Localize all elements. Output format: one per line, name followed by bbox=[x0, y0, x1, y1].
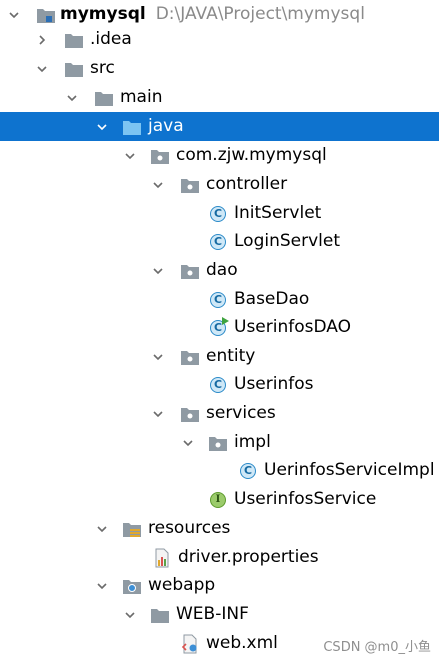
tree-row-services[interactable]: services bbox=[0, 399, 439, 428]
interface-label-service: UserinfosService bbox=[234, 489, 377, 509]
runnable-class-icon: C bbox=[208, 316, 229, 337]
tree-row-entity[interactable]: entity bbox=[0, 342, 439, 371]
package-icon bbox=[208, 434, 228, 452]
watermark: CSDN @m0_小鱼 bbox=[323, 640, 431, 655]
package-label-entity: entity bbox=[206, 346, 256, 366]
class-letter: C bbox=[240, 462, 256, 479]
tree-row-service[interactable]: I UserinfosService bbox=[0, 485, 439, 514]
chevron-down-icon[interactable] bbox=[6, 7, 22, 23]
class-letter: C bbox=[210, 291, 226, 308]
tree-row-resources[interactable]: resources bbox=[0, 514, 439, 543]
class-icon: C bbox=[208, 291, 228, 309]
project-path: D:\JAVA\Project\mymysql bbox=[155, 4, 365, 24]
folder-icon bbox=[64, 31, 84, 49]
tree-row-impl[interactable]: impl bbox=[0, 428, 439, 457]
tree-row-main[interactable]: main bbox=[0, 83, 439, 112]
chevron-down-icon[interactable] bbox=[122, 148, 138, 164]
chevron-down-icon[interactable] bbox=[180, 435, 196, 451]
package-icon bbox=[180, 348, 200, 366]
package-label-dao: dao bbox=[206, 260, 238, 280]
package-label-services: services bbox=[206, 403, 276, 423]
file-label-web-xml: web.xml bbox=[206, 633, 278, 653]
class-icon: C bbox=[208, 376, 228, 394]
package-label-impl: impl bbox=[234, 432, 271, 452]
package-icon bbox=[180, 405, 200, 423]
tree-row-web-inf[interactable]: WEB-INF bbox=[0, 600, 439, 629]
folder-label-main: main bbox=[120, 87, 163, 107]
folder-icon bbox=[94, 89, 114, 107]
tree-row-webapp[interactable]: webapp bbox=[0, 571, 439, 600]
class-letter: C bbox=[213, 321, 223, 334]
folder-icon bbox=[64, 60, 84, 78]
tree-row-base-dao[interactable]: C BaseDao bbox=[0, 285, 439, 314]
tree-row-package[interactable]: com.zjw.mymysql bbox=[0, 141, 439, 170]
chevron-down-icon[interactable] bbox=[94, 578, 110, 594]
tree-row-login-servlet[interactable]: C LoginServlet bbox=[0, 227, 439, 256]
folder-label-resources: resources bbox=[148, 518, 231, 538]
chevron-down-icon[interactable] bbox=[150, 177, 166, 193]
module-folder-icon bbox=[36, 6, 56, 24]
package-label-controller: controller bbox=[206, 174, 288, 194]
class-letter: C bbox=[210, 233, 226, 250]
tree-row-controller[interactable]: controller bbox=[0, 170, 439, 199]
chevron-down-icon[interactable] bbox=[150, 406, 166, 422]
chevron-right-icon[interactable] bbox=[34, 32, 50, 48]
class-label-base-dao: BaseDao bbox=[234, 289, 310, 309]
class-letter: C bbox=[210, 376, 226, 393]
tree-row-java[interactable]: java bbox=[0, 112, 439, 141]
chevron-down-icon[interactable] bbox=[150, 349, 166, 365]
chevron-down-icon[interactable] bbox=[34, 61, 50, 77]
folder-icon bbox=[150, 606, 170, 624]
chevron-down-icon[interactable] bbox=[122, 607, 138, 623]
package-icon bbox=[150, 147, 170, 165]
tree-row-userinfos[interactable]: C Userinfos bbox=[0, 370, 439, 399]
class-letter: C bbox=[210, 205, 226, 222]
class-label-service-impl: UerinfosServiceImpl bbox=[264, 460, 435, 480]
interface-letter: I bbox=[210, 491, 226, 508]
tree-row-driver-properties[interactable]: driver.properties bbox=[0, 543, 439, 572]
chevron-down-icon[interactable] bbox=[94, 119, 110, 135]
class-label-userinfos-dao: UserinfosDAO bbox=[234, 317, 351, 337]
package-icon bbox=[180, 176, 200, 194]
class-icon: C bbox=[208, 233, 228, 251]
tree-row-init-servlet[interactable]: C InitServlet bbox=[0, 199, 439, 228]
tree-row-service-impl[interactable]: C UerinfosServiceImpl bbox=[0, 456, 439, 485]
xml-file-icon bbox=[180, 634, 200, 653]
tree-row-idea[interactable]: .idea bbox=[0, 25, 439, 54]
web-folder-icon bbox=[122, 577, 142, 595]
folder-label-webapp: webapp bbox=[148, 575, 216, 595]
file-label-driver-properties: driver.properties bbox=[178, 547, 319, 567]
folder-label-web-inf: WEB-INF bbox=[176, 604, 249, 624]
class-label-init-servlet: InitServlet bbox=[234, 203, 322, 223]
folder-label-java: java bbox=[148, 116, 184, 136]
chevron-down-icon[interactable] bbox=[94, 521, 110, 537]
folder-label-src: src bbox=[90, 58, 115, 78]
run-badge-icon bbox=[222, 316, 229, 325]
package-icon bbox=[180, 262, 200, 280]
package-label: com.zjw.mymysql bbox=[176, 145, 327, 165]
tree-row-src[interactable]: src bbox=[0, 54, 439, 83]
source-folder-icon bbox=[122, 118, 142, 136]
folder-label-idea: .idea bbox=[90, 29, 132, 49]
interface-icon: I bbox=[208, 491, 228, 509]
resources-folder-icon bbox=[122, 520, 142, 538]
project-name-text: mymysql bbox=[60, 4, 146, 24]
tree-row-dao[interactable]: dao bbox=[0, 256, 439, 285]
class-icon: C bbox=[238, 462, 258, 480]
tree-row-userinfos-dao[interactable]: C UserinfosDAO bbox=[0, 313, 439, 342]
chevron-down-icon[interactable] bbox=[64, 90, 80, 106]
class-label-userinfos: Userinfos bbox=[234, 374, 314, 394]
class-label-login-servlet: LoginServlet bbox=[234, 231, 341, 251]
class-icon: C bbox=[208, 205, 228, 223]
properties-file-icon bbox=[152, 548, 172, 567]
chevron-down-icon[interactable] bbox=[150, 263, 166, 279]
